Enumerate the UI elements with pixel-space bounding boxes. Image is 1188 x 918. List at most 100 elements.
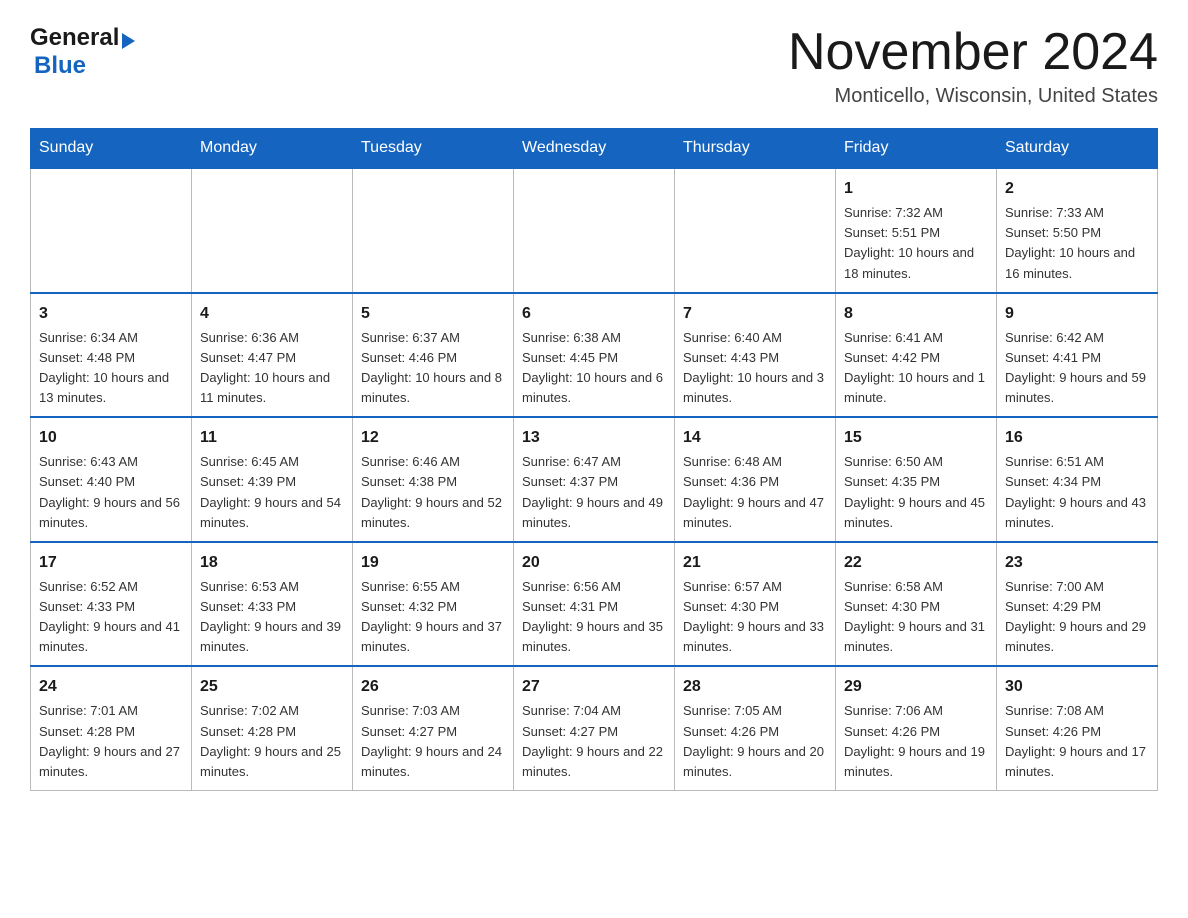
day-number: 7 <box>683 302 827 326</box>
header-wednesday: Wednesday <box>514 129 675 169</box>
calendar-cell: 27Sunrise: 7:04 AM Sunset: 4:27 PM Dayli… <box>514 666 675 790</box>
day-info: Sunrise: 7:04 AM Sunset: 4:27 PM Dayligh… <box>522 701 666 782</box>
logo-general-text: General <box>30 24 119 52</box>
day-info: Sunrise: 6:37 AM Sunset: 4:46 PM Dayligh… <box>361 328 505 409</box>
day-number: 11 <box>200 426 344 450</box>
day-number: 20 <box>522 551 666 575</box>
day-number: 15 <box>844 426 988 450</box>
calendar-cell <box>31 168 192 293</box>
calendar-cell: 16Sunrise: 6:51 AM Sunset: 4:34 PM Dayli… <box>997 417 1158 542</box>
calendar-cell: 25Sunrise: 7:02 AM Sunset: 4:28 PM Dayli… <box>192 666 353 790</box>
day-info: Sunrise: 7:02 AM Sunset: 4:28 PM Dayligh… <box>200 701 344 782</box>
week-row-2: 3Sunrise: 6:34 AM Sunset: 4:48 PM Daylig… <box>31 293 1158 418</box>
calendar-cell: 24Sunrise: 7:01 AM Sunset: 4:28 PM Dayli… <box>31 666 192 790</box>
day-info: Sunrise: 7:32 AM Sunset: 5:51 PM Dayligh… <box>844 203 988 284</box>
day-number: 6 <box>522 302 666 326</box>
day-number: 9 <box>1005 302 1149 326</box>
calendar-cell: 23Sunrise: 7:00 AM Sunset: 4:29 PM Dayli… <box>997 542 1158 667</box>
day-number: 8 <box>844 302 988 326</box>
day-number: 22 <box>844 551 988 575</box>
day-info: Sunrise: 6:42 AM Sunset: 4:41 PM Dayligh… <box>1005 328 1149 409</box>
day-number: 29 <box>844 675 988 699</box>
logo-triangle-icon <box>122 33 135 49</box>
day-info: Sunrise: 6:36 AM Sunset: 4:47 PM Dayligh… <box>200 328 344 409</box>
day-info: Sunrise: 6:57 AM Sunset: 4:30 PM Dayligh… <box>683 577 827 658</box>
day-number: 18 <box>200 551 344 575</box>
calendar-cell: 6Sunrise: 6:38 AM Sunset: 4:45 PM Daylig… <box>514 293 675 418</box>
calendar-cell: 19Sunrise: 6:55 AM Sunset: 4:32 PM Dayli… <box>353 542 514 667</box>
day-info: Sunrise: 6:43 AM Sunset: 4:40 PM Dayligh… <box>39 452 183 533</box>
calendar-cell: 3Sunrise: 6:34 AM Sunset: 4:48 PM Daylig… <box>31 293 192 418</box>
calendar-cell <box>353 168 514 293</box>
day-number: 27 <box>522 675 666 699</box>
calendar-cell: 20Sunrise: 6:56 AM Sunset: 4:31 PM Dayli… <box>514 542 675 667</box>
day-info: Sunrise: 7:06 AM Sunset: 4:26 PM Dayligh… <box>844 701 988 782</box>
day-info: Sunrise: 6:34 AM Sunset: 4:48 PM Dayligh… <box>39 328 183 409</box>
header-sunday: Sunday <box>31 129 192 169</box>
calendar-cell: 21Sunrise: 6:57 AM Sunset: 4:30 PM Dayli… <box>675 542 836 667</box>
day-number: 16 <box>1005 426 1149 450</box>
calendar-cell: 12Sunrise: 6:46 AM Sunset: 4:38 PM Dayli… <box>353 417 514 542</box>
day-info: Sunrise: 6:58 AM Sunset: 4:30 PM Dayligh… <box>844 577 988 658</box>
logo-blue-text: Blue <box>34 52 86 79</box>
day-number: 1 <box>844 177 988 201</box>
location-subtitle: Monticello, Wisconsin, United States <box>788 85 1158 108</box>
calendar-table: Sunday Monday Tuesday Wednesday Thursday… <box>30 128 1158 791</box>
day-info: Sunrise: 6:45 AM Sunset: 4:39 PM Dayligh… <box>200 452 344 533</box>
calendar-cell <box>675 168 836 293</box>
calendar-cell: 9Sunrise: 6:42 AM Sunset: 4:41 PM Daylig… <box>997 293 1158 418</box>
day-info: Sunrise: 7:08 AM Sunset: 4:26 PM Dayligh… <box>1005 701 1149 782</box>
day-info: Sunrise: 6:53 AM Sunset: 4:33 PM Dayligh… <box>200 577 344 658</box>
calendar-cell: 4Sunrise: 6:36 AM Sunset: 4:47 PM Daylig… <box>192 293 353 418</box>
day-number: 5 <box>361 302 505 326</box>
day-number: 4 <box>200 302 344 326</box>
calendar-cell: 5Sunrise: 6:37 AM Sunset: 4:46 PM Daylig… <box>353 293 514 418</box>
day-info: Sunrise: 6:46 AM Sunset: 4:38 PM Dayligh… <box>361 452 505 533</box>
day-info: Sunrise: 6:55 AM Sunset: 4:32 PM Dayligh… <box>361 577 505 658</box>
calendar-cell: 7Sunrise: 6:40 AM Sunset: 4:43 PM Daylig… <box>675 293 836 418</box>
calendar-title-area: November 2024 Monticello, Wisconsin, Uni… <box>788 24 1158 108</box>
page-header: General Blue November 2024 Monticello, W… <box>30 24 1158 108</box>
day-info: Sunrise: 7:05 AM Sunset: 4:26 PM Dayligh… <box>683 701 827 782</box>
day-info: Sunrise: 6:47 AM Sunset: 4:37 PM Dayligh… <box>522 452 666 533</box>
header-tuesday: Tuesday <box>353 129 514 169</box>
week-row-5: 24Sunrise: 7:01 AM Sunset: 4:28 PM Dayli… <box>31 666 1158 790</box>
day-number: 30 <box>1005 675 1149 699</box>
day-info: Sunrise: 6:51 AM Sunset: 4:34 PM Dayligh… <box>1005 452 1149 533</box>
header-thursday: Thursday <box>675 129 836 169</box>
calendar-cell: 26Sunrise: 7:03 AM Sunset: 4:27 PM Dayli… <box>353 666 514 790</box>
day-number: 3 <box>39 302 183 326</box>
calendar-cell: 18Sunrise: 6:53 AM Sunset: 4:33 PM Dayli… <box>192 542 353 667</box>
header-friday: Friday <box>836 129 997 169</box>
day-number: 14 <box>683 426 827 450</box>
day-info: Sunrise: 6:48 AM Sunset: 4:36 PM Dayligh… <box>683 452 827 533</box>
day-info: Sunrise: 6:56 AM Sunset: 4:31 PM Dayligh… <box>522 577 666 658</box>
calendar-cell: 28Sunrise: 7:05 AM Sunset: 4:26 PM Dayli… <box>675 666 836 790</box>
day-info: Sunrise: 7:01 AM Sunset: 4:28 PM Dayligh… <box>39 701 183 782</box>
calendar-cell: 10Sunrise: 6:43 AM Sunset: 4:40 PM Dayli… <box>31 417 192 542</box>
logo: General Blue <box>30 24 135 80</box>
day-number: 24 <box>39 675 183 699</box>
header-saturday: Saturday <box>997 129 1158 169</box>
calendar-cell: 17Sunrise: 6:52 AM Sunset: 4:33 PM Dayli… <box>31 542 192 667</box>
day-info: Sunrise: 6:38 AM Sunset: 4:45 PM Dayligh… <box>522 328 666 409</box>
day-info: Sunrise: 6:40 AM Sunset: 4:43 PM Dayligh… <box>683 328 827 409</box>
calendar-cell: 8Sunrise: 6:41 AM Sunset: 4:42 PM Daylig… <box>836 293 997 418</box>
week-row-4: 17Sunrise: 6:52 AM Sunset: 4:33 PM Dayli… <box>31 542 1158 667</box>
calendar-cell: 2Sunrise: 7:33 AM Sunset: 5:50 PM Daylig… <box>997 168 1158 293</box>
day-number: 23 <box>1005 551 1149 575</box>
month-year-title: November 2024 <box>788 24 1158 81</box>
day-number: 13 <box>522 426 666 450</box>
day-info: Sunrise: 6:41 AM Sunset: 4:42 PM Dayligh… <box>844 328 988 409</box>
calendar-cell: 22Sunrise: 6:58 AM Sunset: 4:30 PM Dayli… <box>836 542 997 667</box>
day-info: Sunrise: 6:52 AM Sunset: 4:33 PM Dayligh… <box>39 577 183 658</box>
day-number: 12 <box>361 426 505 450</box>
calendar-cell <box>192 168 353 293</box>
calendar-cell: 13Sunrise: 6:47 AM Sunset: 4:37 PM Dayli… <box>514 417 675 542</box>
day-number: 28 <box>683 675 827 699</box>
day-number: 19 <box>361 551 505 575</box>
calendar-cell: 30Sunrise: 7:08 AM Sunset: 4:26 PM Dayli… <box>997 666 1158 790</box>
calendar-cell: 14Sunrise: 6:48 AM Sunset: 4:36 PM Dayli… <box>675 417 836 542</box>
day-number: 21 <box>683 551 827 575</box>
day-info: Sunrise: 7:00 AM Sunset: 4:29 PM Dayligh… <box>1005 577 1149 658</box>
